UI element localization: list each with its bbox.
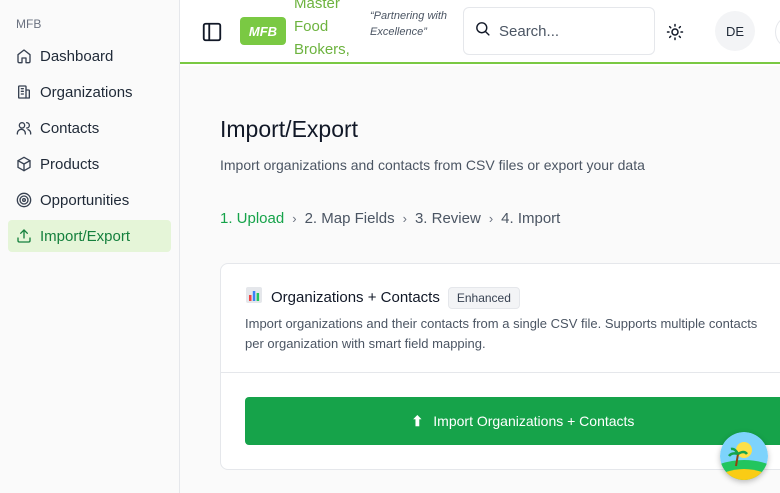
sidebar-item-import-export[interactable]: Import/Export (8, 220, 171, 252)
stepper: 1. Upload › 2. Map Fields › 3. Review › … (220, 210, 560, 227)
step-import: 4. Import (501, 210, 561, 227)
card-title: Organizations + Contacts (271, 289, 440, 306)
arrow-up-icon: ⬆ (411, 412, 424, 429)
sidebar-item-contacts[interactable]: Contacts (8, 112, 171, 144)
assistant-launcher-icon[interactable] (720, 432, 768, 480)
home-icon (16, 48, 32, 64)
sidebar-item-products[interactable]: Products (8, 148, 171, 180)
sidebar-item-label: Contacts (40, 119, 100, 137)
search-input[interactable] (499, 22, 639, 40)
top-header: MFB Master Food Brokers, Inc. “Partnerin… (180, 0, 780, 81)
step-map-fields: 2. Map Fields (304, 210, 395, 227)
upload-icon (16, 228, 32, 244)
sun-icon[interactable] (666, 23, 684, 41)
button-label: Import Organizations + Contacts (433, 413, 635, 429)
search-box[interactable] (463, 7, 655, 55)
sidebar: MFB Dashboard Organizations Contacts Pro… (0, 0, 180, 493)
import-card: Organizations + Contacts Enhanced Import… (220, 263, 780, 470)
sidebar-group-label: MFB (16, 17, 42, 31)
import-organizations-contacts-button[interactable]: ⬆ Import Organizations + Contacts (245, 397, 780, 445)
sidebar-toggle-icon[interactable] (201, 21, 223, 43)
building-icon (16, 84, 32, 100)
sidebar-item-label: Dashboard (40, 47, 114, 65)
sidebar-item-label: Organizations (40, 83, 133, 101)
page-title: Import/Export (220, 116, 359, 142)
bar-chart-icon (245, 286, 263, 309)
sidebar-item-label: Import/Export (40, 227, 131, 245)
users-icon (16, 120, 32, 136)
page-subtitle: Import organizations and contacts from C… (220, 157, 645, 173)
sidebar-item-opportunities[interactable]: Opportunities (8, 184, 171, 216)
card-header: Organizations + Contacts Enhanced (245, 286, 520, 309)
main-content: Import/Export Import organizations and c… (180, 66, 780, 493)
chevron-right-icon: › (488, 211, 494, 226)
sidebar-item-label: Products (40, 155, 100, 173)
sidebar-item-dashboard[interactable]: Dashboard (8, 40, 171, 72)
status-badge: Enhanced (447, 286, 520, 309)
chevron-right-icon: › (292, 211, 297, 226)
divider (221, 372, 780, 373)
target-icon (16, 192, 32, 208)
tagline: “Partnering with Excellence” (370, 10, 448, 38)
search-icon (474, 20, 491, 42)
package-icon (16, 156, 32, 172)
avatar[interactable]: DE (715, 11, 755, 51)
logo[interactable]: MFB (240, 17, 286, 45)
step-review: 3. Review (414, 210, 481, 227)
sidebar-item-organizations[interactable]: Organizations (8, 76, 171, 108)
user-menu-button[interactable] (775, 15, 780, 49)
sidebar-item-label: Opportunities (40, 191, 130, 209)
chevron-right-icon: › (402, 211, 407, 226)
card-description: Import organizations and their contacts … (245, 316, 758, 351)
step-upload: 1. Upload (220, 210, 285, 227)
